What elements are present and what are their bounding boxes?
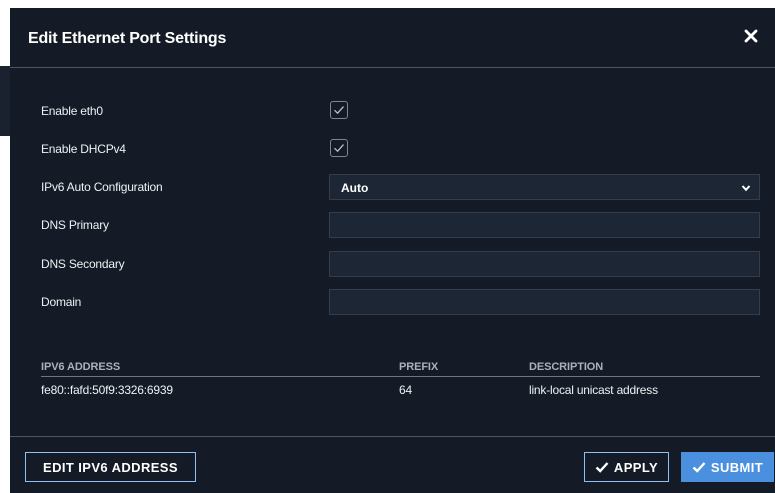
backdrop-panel-edge bbox=[0, 66, 10, 136]
dns-primary-row: DNS Primary bbox=[10, 212, 775, 238]
column-header-ipv6-address: IPV6 ADDRESS bbox=[41, 361, 121, 373]
ipv6-auto-config-label: IPv6 Auto Configuration bbox=[41, 180, 163, 194]
ipv6-auto-config-select[interactable]: Auto bbox=[329, 174, 760, 200]
dns-secondary-row: DNS Secondary bbox=[10, 251, 775, 277]
dialog-footer: EDIT IPV6 ADDRESS APPLY SUBMIT bbox=[10, 436, 775, 493]
edit-ipv6-address-label: EDIT IPV6 ADDRESS bbox=[43, 459, 178, 475]
check-icon bbox=[334, 144, 344, 153]
column-header-description: DESCRIPTION bbox=[529, 361, 604, 373]
enable-dhcpv4-row: Enable DHCPv4 bbox=[10, 136, 775, 162]
edit-ipv6-address-button[interactable]: EDIT IPV6 ADDRESS bbox=[25, 452, 196, 482]
dns-secondary-label: DNS Secondary bbox=[41, 257, 125, 271]
dns-secondary-input[interactable] bbox=[329, 251, 760, 277]
dialog-header: Edit Ethernet Port Settings bbox=[10, 8, 775, 68]
ipv6-address-table: IPV6 ADDRESS PREFIX DESCRIPTION fe80::fa… bbox=[41, 361, 760, 401]
description-cell: link-local unicast address bbox=[529, 383, 658, 397]
check-icon bbox=[334, 106, 344, 115]
submit-label: SUBMIT bbox=[710, 459, 764, 475]
ipv6-auto-config-row: IPv6 Auto Configuration Auto bbox=[10, 174, 775, 200]
enable-eth0-label: Enable eth0 bbox=[41, 104, 103, 118]
enable-eth0-row: Enable eth0 bbox=[10, 98, 775, 124]
check-icon bbox=[595, 462, 609, 473]
edit-ethernet-port-dialog: Edit Ethernet Port Settings Enable eth0 … bbox=[10, 8, 775, 493]
ipv6-auto-config-value: Auto bbox=[341, 181, 369, 195]
enable-eth0-checkbox[interactable] bbox=[330, 101, 348, 119]
column-header-prefix: PREFIX bbox=[399, 361, 439, 373]
enable-dhcpv4-checkbox[interactable] bbox=[330, 139, 348, 157]
ipv6-address-cell: fe80::fafd:50f9:3326:6939 bbox=[41, 383, 173, 397]
domain-label: Domain bbox=[41, 295, 82, 309]
dns-primary-input[interactable] bbox=[329, 212, 760, 238]
close-icon bbox=[744, 29, 758, 43]
enable-dhcpv4-label: Enable DHCPv4 bbox=[41, 142, 126, 156]
domain-input[interactable] bbox=[329, 289, 760, 315]
apply-button[interactable]: APPLY bbox=[584, 452, 669, 482]
dialog-title: Edit Ethernet Port Settings bbox=[28, 30, 227, 47]
prefix-cell: 64 bbox=[399, 383, 412, 397]
dns-primary-label: DNS Primary bbox=[41, 218, 109, 232]
chevron-down-icon bbox=[741, 185, 751, 192]
table-header: IPV6 ADDRESS PREFIX DESCRIPTION bbox=[41, 361, 760, 377]
close-button[interactable] bbox=[739, 24, 763, 48]
check-icon bbox=[692, 462, 706, 473]
apply-label: APPLY bbox=[613, 459, 659, 475]
submit-button[interactable]: SUBMIT bbox=[681, 452, 774, 482]
table-row[interactable]: fe80::fafd:50f9:3326:6939 64 link-local … bbox=[41, 377, 760, 401]
domain-row: Domain bbox=[10, 289, 775, 315]
